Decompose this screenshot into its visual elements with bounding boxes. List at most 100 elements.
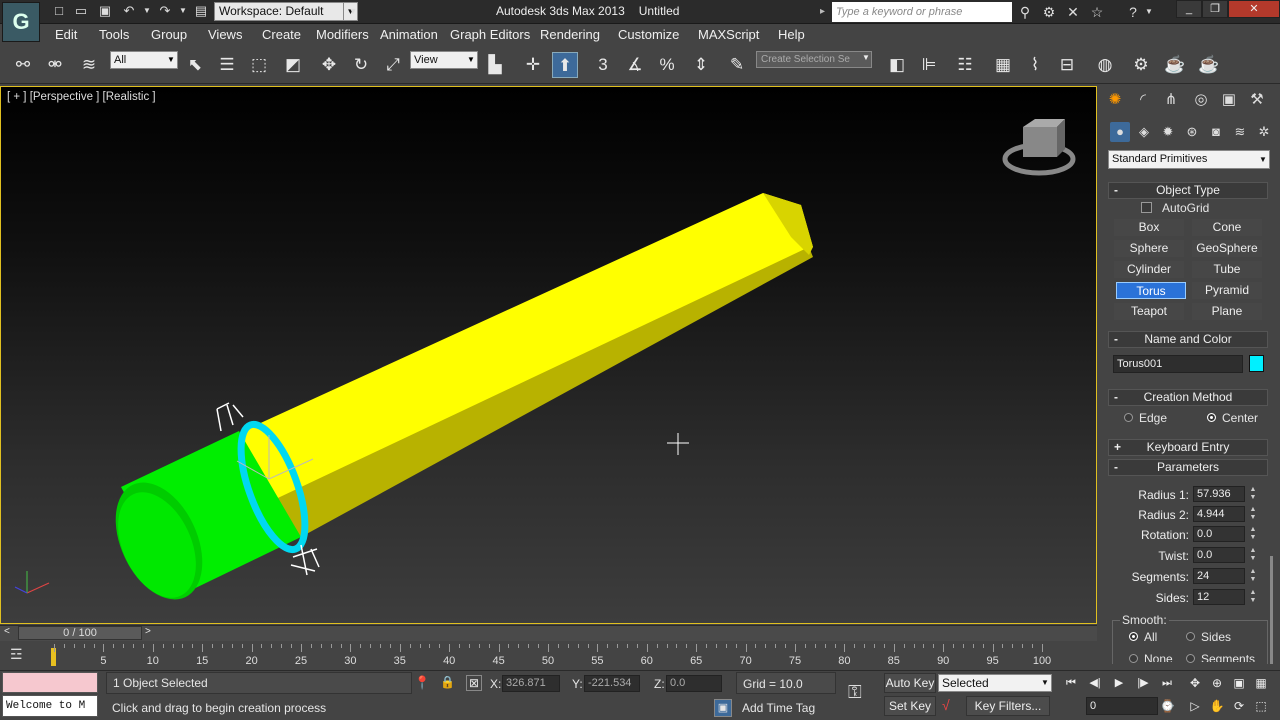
mirror-icon[interactable]: ◧	[884, 52, 910, 78]
reference-coordinate-dropdown[interactable]: View ▼	[410, 51, 478, 69]
edit-named-selection-icon[interactable]: ✎	[724, 52, 750, 78]
rotation-spinner[interactable]: 0.0	[1193, 526, 1245, 542]
sphere-button[interactable]: Sphere	[1114, 240, 1184, 257]
menu-edit[interactable]: Edit	[55, 27, 77, 43]
current-frame-field[interactable]: 0	[1086, 697, 1158, 715]
material-editor-icon[interactable]: ◍	[1092, 52, 1118, 78]
time-slider-track[interactable]	[0, 625, 1097, 641]
select-and-manipulate-icon[interactable]: ✛	[520, 52, 546, 78]
curve-editor-icon[interactable]: ⌇	[1022, 52, 1048, 78]
menu-modifiers[interactable]: Modifiers	[316, 27, 369, 43]
key-icon[interactable]: ⚿	[848, 682, 862, 703]
primitive-type-dropdown[interactable]: Standard Primitives ▼	[1108, 150, 1270, 169]
workspace-dropdown[interactable]: Workspace: Default ▼	[214, 2, 358, 21]
favorites-star-icon[interactable]: ☆	[1088, 3, 1106, 21]
teapot-button[interactable]: Teapot	[1114, 303, 1184, 320]
undo-dropdown-icon[interactable]: ▼	[138, 3, 156, 19]
key-mode-dropdown[interactable]: Selected ▼	[938, 674, 1052, 692]
redo-icon[interactable]: ↷	[156, 3, 174, 19]
select-and-rotate-icon[interactable]: ↻	[348, 52, 374, 78]
sides-spinner[interactable]: 12	[1193, 589, 1245, 605]
auto-key-button[interactable]: Auto Key	[884, 673, 936, 693]
smooth-all-radio[interactable]	[1129, 632, 1138, 641]
spinner-arrows-icon[interactable]: ▲ ▼	[1247, 506, 1259, 522]
cylinder-button[interactable]: Cylinder	[1114, 261, 1184, 278]
systems-icon[interactable]: ✲	[1254, 122, 1274, 142]
smooth-none-radio[interactable]	[1129, 654, 1138, 663]
orbit-icon[interactable]: ⟳	[1230, 697, 1248, 715]
lock-selection-icon[interactable]: 🔒	[440, 675, 455, 689]
angle-snap-icon[interactable]: ∡	[622, 52, 648, 78]
snaps-toggle-icon[interactable]: 3	[590, 52, 616, 78]
undo-icon[interactable]: ↶	[120, 3, 138, 19]
spinner-snap-icon[interactable]: ⇕	[688, 52, 714, 78]
shapes-icon[interactable]: ◈	[1134, 122, 1154, 142]
time-slider-next-icon[interactable]: >	[145, 626, 151, 637]
panel-scrollbar[interactable]	[1270, 556, 1273, 664]
select-and-scale-icon[interactable]: ⤢	[380, 52, 406, 78]
tube-button[interactable]: Tube	[1192, 261, 1262, 278]
spinner-arrows-icon[interactable]: ▲ ▼	[1247, 568, 1259, 584]
menu-graph-editors[interactable]: Graph Editors	[450, 27, 530, 43]
communication-icon[interactable]: ✕	[1064, 3, 1082, 21]
absolute-mode-icon[interactable]: ⊠	[466, 675, 482, 691]
app-logo-button[interactable]: G	[2, 2, 40, 42]
time-configuration-icon[interactable]: ⌚	[1160, 699, 1175, 713]
menu-group[interactable]: Group	[151, 27, 187, 43]
utilities-tab-icon[interactable]: ⚒	[1246, 90, 1268, 110]
binoculars-icon[interactable]: ⚲	[1016, 3, 1034, 21]
z-coord-field[interactable]: 0.0	[666, 675, 722, 692]
parameters-rollout[interactable]: - Parameters	[1108, 459, 1268, 476]
graphite-modeling-icon[interactable]: ▦	[990, 52, 1016, 78]
menu-customize[interactable]: Customize	[618, 27, 679, 43]
helpers-icon[interactable]: ◙	[1206, 122, 1226, 142]
center-radio[interactable]	[1207, 413, 1216, 422]
project-folder-icon[interactable]: ▤	[192, 3, 210, 19]
menu-animation[interactable]: Animation	[380, 27, 438, 43]
time-slider-thumb[interactable]: 0 / 100	[18, 626, 142, 640]
maximize-viewport-icon[interactable]: ⬚	[1252, 697, 1270, 715]
default-in-out-tangent-icon[interactable]: √	[942, 697, 950, 713]
align-icon[interactable]: ⊫	[916, 52, 942, 78]
select-by-name-icon[interactable]: ☰	[214, 52, 240, 78]
next-frame-icon[interactable]: |▶	[1132, 674, 1154, 692]
isolate-selection-icon[interactable]: 📍	[414, 675, 430, 691]
selection-filter-dropdown[interactable]: All ▼	[110, 51, 178, 69]
schematic-view-icon[interactable]: ⊟	[1054, 52, 1080, 78]
bind-space-warp-icon[interactable]: ≋	[76, 52, 102, 78]
search-input[interactable]: Type a keyword or phrase	[832, 2, 1012, 22]
search-expand-icon[interactable]: ▸	[820, 6, 825, 17]
pyramid-button[interactable]: Pyramid	[1192, 282, 1262, 299]
spinner-arrows-icon[interactable]: ▲ ▼	[1247, 589, 1259, 605]
cameras-icon[interactable]: ⊛	[1182, 122, 1202, 142]
modify-tab-icon[interactable]: ◜	[1132, 90, 1154, 110]
spinner-arrows-icon[interactable]: ▲ ▼	[1247, 547, 1259, 563]
radius1-spinner[interactable]: 57.936	[1193, 486, 1245, 502]
lights-icon[interactable]: ✹	[1158, 122, 1178, 142]
go-to-start-icon[interactable]: ⏮	[1060, 674, 1082, 692]
box-button[interactable]: Box	[1114, 219, 1184, 236]
menu-tools[interactable]: Tools	[99, 27, 129, 43]
restore-button[interactable]: ❐	[1202, 0, 1228, 18]
go-to-end-icon[interactable]: ⏭	[1156, 674, 1178, 692]
maxscript-listener-input[interactable]: Welcome to M	[2, 695, 98, 717]
set-key-button[interactable]: Set Key	[884, 696, 936, 716]
key-filters-button[interactable]: Key Filters...	[966, 696, 1050, 716]
select-and-move-icon[interactable]: ✥	[316, 52, 342, 78]
create-tab-icon[interactable]: ✺	[1104, 90, 1126, 110]
name-and-color-rollout[interactable]: - Name and Color	[1108, 331, 1268, 348]
select-and-link-icon[interactable]: ⚯	[10, 52, 36, 78]
percent-snap-icon[interactable]: %	[654, 52, 680, 78]
rendered-frame-window-icon[interactable]: ☕	[1162, 52, 1188, 78]
autogrid-checkbox[interactable]	[1141, 202, 1152, 213]
space-warps-icon[interactable]: ≋	[1230, 122, 1250, 142]
render-setup-icon[interactable]: ⚙	[1128, 52, 1154, 78]
menu-create[interactable]: Create	[262, 27, 301, 43]
chevron-down-icon[interactable]: ▼	[862, 53, 870, 62]
keyboard-entry-rollout[interactable]: + Keyboard Entry	[1108, 439, 1268, 456]
play-icon[interactable]: ▶	[1108, 674, 1130, 692]
hierarchy-tab-icon[interactable]: ⋔	[1160, 90, 1182, 110]
zoom-extents-icon[interactable]: ▣	[1230, 674, 1248, 692]
select-object-icon[interactable]: ⬉	[182, 52, 208, 78]
add-time-tag-button[interactable]: Add Time Tag	[742, 701, 815, 715]
